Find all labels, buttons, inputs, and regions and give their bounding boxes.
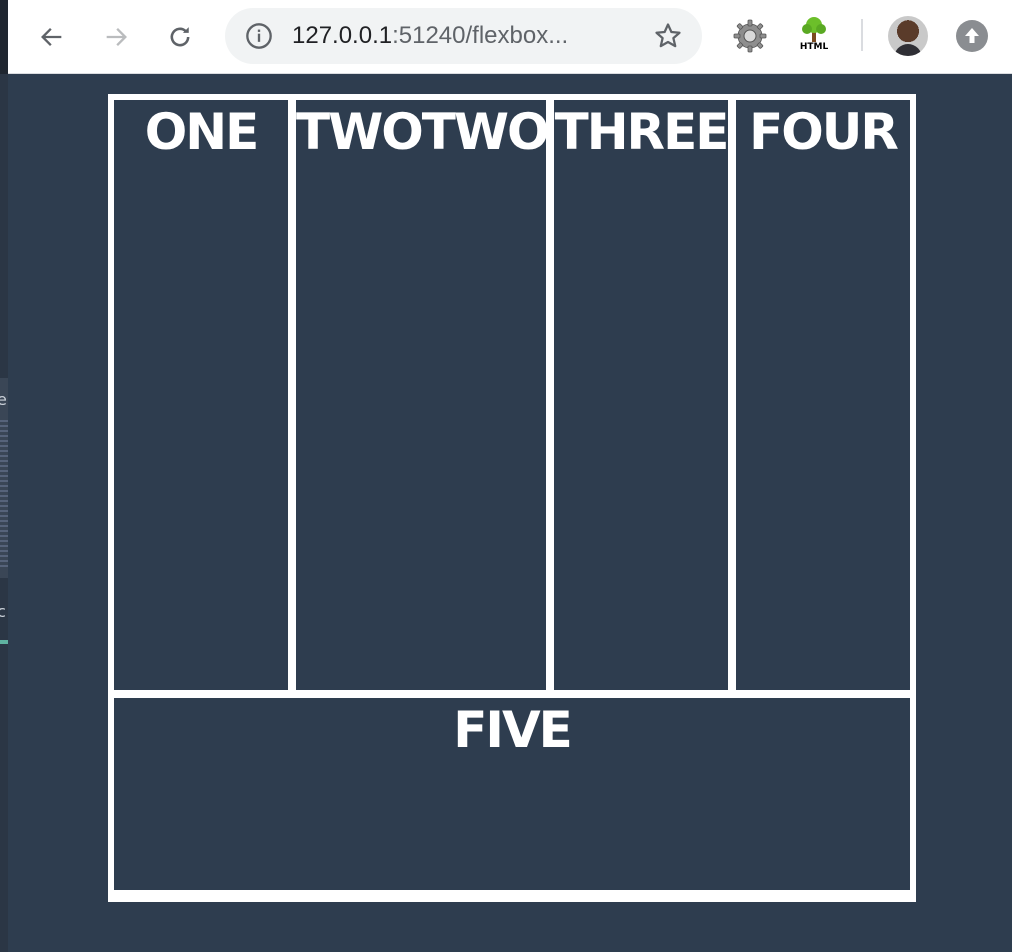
background-window-glyph: c — [0, 602, 6, 621]
update-button[interactable] — [956, 20, 988, 52]
background-window-accent — [0, 640, 8, 644]
back-button[interactable] — [32, 17, 72, 57]
background-window-strip: e c — [0, 0, 8, 952]
background-window-glyph: e — [0, 390, 7, 409]
flex-item-three: THREE — [554, 100, 728, 690]
flex-container: ONE TWOTWO THREE FOUR FIVE — [108, 94, 916, 902]
flex-item-four: FOUR — [736, 100, 910, 690]
arrow-right-icon — [106, 28, 127, 46]
browser-toolbar: 127.0.0.1:51240/flexbox... HTML — [8, 0, 1012, 74]
profile-avatar[interactable] — [888, 16, 928, 56]
info-icon[interactable] — [245, 22, 273, 50]
flex-item-one: ONE — [114, 100, 288, 690]
gear-extension-icon[interactable] — [732, 18, 768, 54]
tree-icon — [802, 17, 826, 42]
reload-button[interactable] — [160, 17, 200, 57]
forward-button[interactable] — [96, 17, 136, 57]
url-path: :51240/flexbox... — [392, 22, 569, 49]
bookmark-star-icon[interactable] — [653, 21, 683, 51]
url-host: 127.0.0.1 — [292, 22, 393, 49]
flex-item-two: TWOTWO — [296, 100, 546, 690]
arrow-up-icon — [965, 28, 979, 43]
background-window-top — [0, 0, 8, 74]
arrow-left-icon — [41, 28, 62, 46]
html-tree-extension-icon[interactable]: HTML — [796, 16, 832, 56]
url-text[interactable]: 127.0.0.1:51240/flexbox... — [292, 22, 568, 50]
background-window-text-lines — [0, 420, 8, 570]
reload-icon — [170, 27, 190, 47]
avatar-shirt — [894, 44, 922, 56]
html-tree-label: HTML — [799, 42, 829, 52]
flex-item-five: FIVE — [114, 698, 910, 890]
address-bar[interactable]: 127.0.0.1:51240/flexbox... — [225, 8, 702, 64]
toolbar-divider — [861, 19, 863, 51]
